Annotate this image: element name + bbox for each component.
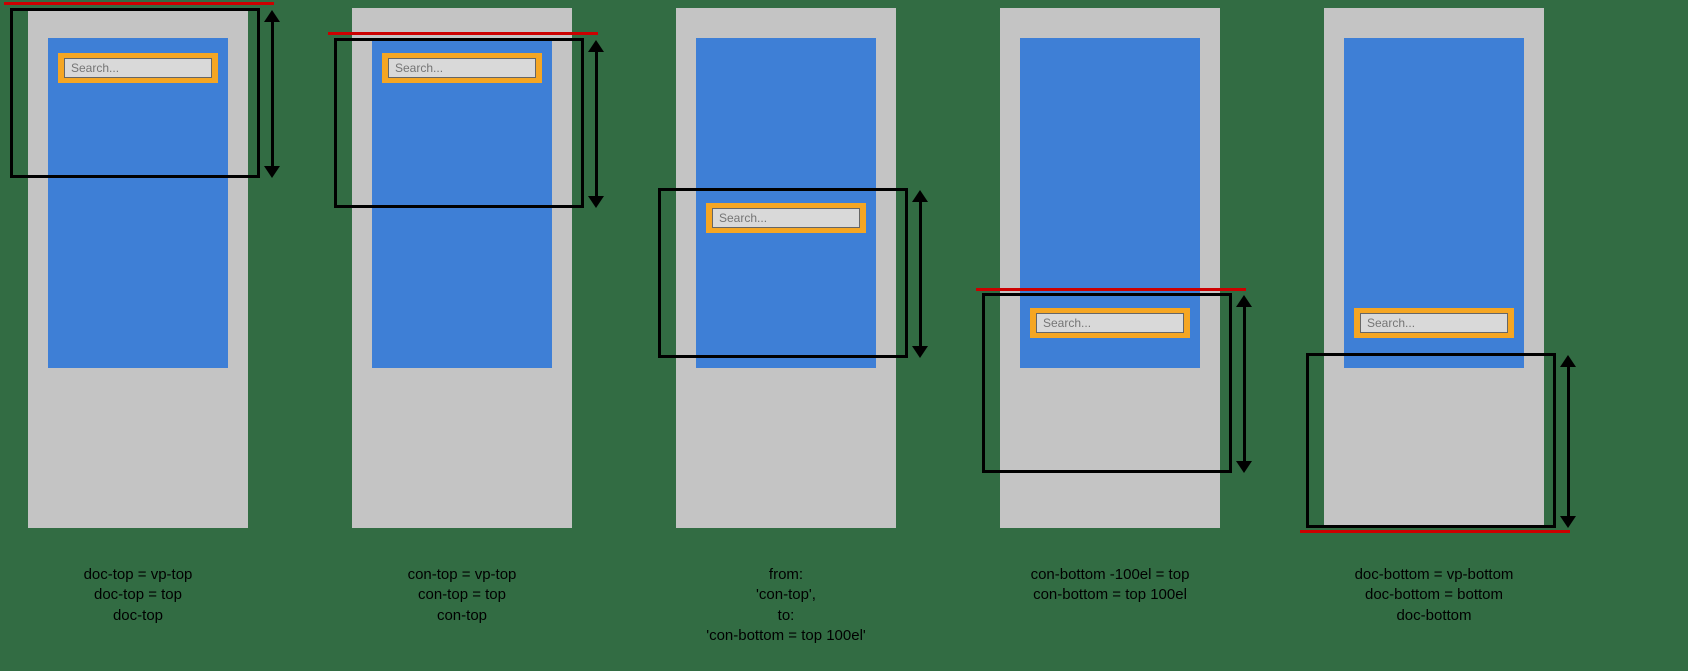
caption-line: doc-bottom: [1284, 606, 1584, 626]
range-arrow: [910, 190, 930, 358]
panel-4: [1000, 8, 1220, 528]
panel-5: [1324, 8, 1544, 528]
caption-line: con-top = vp-top: [312, 565, 612, 585]
caption-line: con-top = top: [312, 585, 612, 605]
caption-line: doc-bottom = bottom: [1284, 585, 1584, 605]
search-input[interactable]: [388, 58, 536, 78]
caption-line: to:: [636, 606, 936, 626]
search-wrapper: [382, 53, 542, 83]
search-wrapper: [706, 203, 866, 233]
caption-5: doc-bottom = vp-bottom doc-bottom = bott…: [1284, 565, 1584, 626]
search-wrapper: [1354, 308, 1514, 338]
diagram-stage: doc-top = vp-top doc-top = top doc-top c…: [0, 0, 1688, 671]
search-input[interactable]: [1360, 313, 1508, 333]
caption-line: con-bottom = top 100el: [960, 585, 1260, 605]
content-area: [372, 38, 552, 368]
caption-line: from:: [636, 565, 936, 585]
caption-line: con-bottom -100el = top: [960, 565, 1260, 585]
content-area: [48, 38, 228, 368]
caption-1: doc-top = vp-top doc-top = top doc-top: [0, 565, 288, 626]
caption-4: con-bottom -100el = top con-bottom = top…: [960, 565, 1260, 606]
range-arrow: [586, 40, 606, 208]
marker-line: [4, 2, 274, 5]
range-arrow: [1234, 295, 1254, 473]
search-wrapper: [58, 53, 218, 83]
caption-line: doc-bottom = vp-bottom: [1284, 565, 1584, 585]
panel-1: [28, 8, 248, 528]
caption-line: doc-top: [0, 606, 288, 626]
marker-line: [1300, 530, 1570, 533]
caption-line: 'con-bottom = top 100el': [636, 626, 936, 646]
search-input[interactable]: [712, 208, 860, 228]
caption-line: doc-top = vp-top: [0, 565, 288, 585]
range-arrow: [1558, 355, 1578, 528]
caption-line: 'con-top',: [636, 585, 936, 605]
search-input[interactable]: [1036, 313, 1184, 333]
caption-line: doc-top = top: [0, 585, 288, 605]
caption-2: con-top = vp-top con-top = top con-top: [312, 565, 612, 626]
search-input[interactable]: [64, 58, 212, 78]
panel-3: [676, 8, 896, 528]
caption-3: from: 'con-top', to: 'con-bottom = top 1…: [636, 565, 936, 646]
search-wrapper: [1030, 308, 1190, 338]
caption-line: con-top: [312, 606, 612, 626]
range-arrow: [262, 10, 282, 178]
panel-2: [352, 8, 572, 528]
